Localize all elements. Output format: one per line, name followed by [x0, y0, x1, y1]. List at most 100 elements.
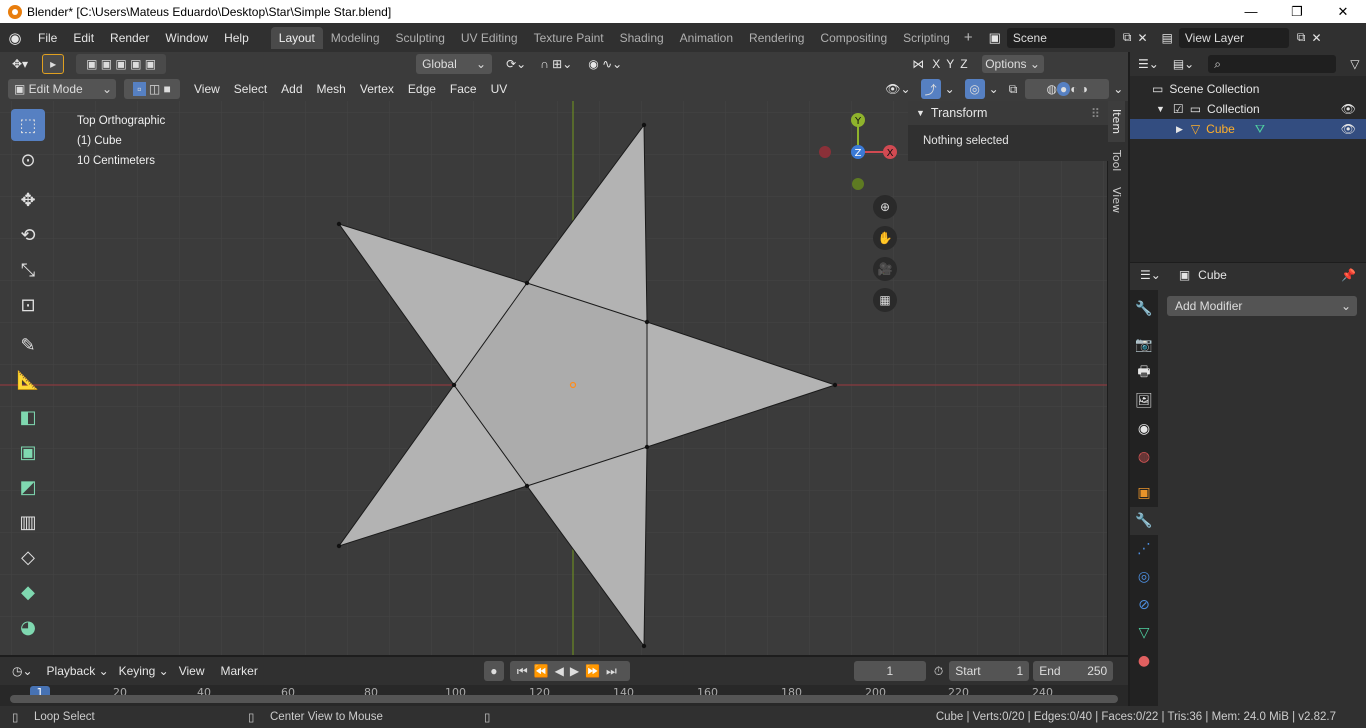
menu-uv[interactable]: UV [491, 82, 508, 96]
visibility-icon[interactable]: 👁⌄ [885, 82, 910, 96]
mode-dropdown[interactable]: ▣ Edit Mode ⌄ [8, 79, 116, 99]
start-frame-field[interactable]: Start 1 [949, 661, 1030, 681]
view-layer-icon[interactable]: ▤ [1162, 31, 1173, 45]
select-box-tool-icon[interactable]: ▸ [42, 54, 65, 74]
view-layer-properties-icon[interactable]: 🖼 [1130, 387, 1158, 415]
tab-shading[interactable]: Shading [612, 27, 672, 49]
menu-file[interactable]: File [30, 31, 65, 45]
modifier-properties-icon[interactable]: 🔧 [1130, 507, 1158, 535]
copy-view-layer-icon[interactable]: ⧉ [1297, 30, 1306, 45]
minimize-button[interactable]: — [1228, 0, 1274, 23]
axis-y-toggle[interactable]: Y [946, 57, 954, 71]
outliner-collection[interactable]: ▼ ☑ ▭ Collection 👁 [1130, 99, 1366, 119]
expand-arrow-icon[interactable]: ▼ [1156, 104, 1165, 114]
world-properties-icon[interactable]: ◍ [1130, 443, 1158, 471]
menu-keying[interactable]: Keying ⌄ [119, 664, 169, 678]
maximize-button[interactable]: ❐ [1274, 0, 1320, 23]
properties-editor-icon[interactable]: ☰⌄ [1140, 268, 1161, 282]
tab-item[interactable]: Item [1108, 101, 1125, 143]
tab-scripting[interactable]: Scripting [895, 27, 958, 49]
pan-hand-icon[interactable]: ✋ [873, 226, 897, 250]
menu-mesh[interactable]: Mesh [317, 82, 346, 96]
spin-tool-icon[interactable]: ◕ [11, 611, 45, 643]
pivot-point-icon[interactable]: ⟳⌄ [506, 57, 526, 71]
annotate-tool-icon[interactable]: ✎ [11, 329, 45, 361]
tab-texture-paint[interactable]: Texture Paint [526, 27, 612, 49]
menu-vertex[interactable]: Vertex [360, 82, 394, 96]
drag-handle-icon[interactable]: ⠿ [1091, 106, 1100, 121]
zoom-icon[interactable]: ⊕ [873, 195, 897, 219]
knife-tool-icon[interactable]: ◇ [11, 541, 45, 573]
stopwatch-icon[interactable]: ⏱ [934, 664, 943, 679]
loop-cut-tool-icon[interactable]: ▥ [11, 506, 45, 538]
pin-icon[interactable]: 📌 [1341, 268, 1356, 282]
eye-icon[interactable]: 👁 [1341, 102, 1356, 116]
move-tool-icon[interactable]: ✥ [11, 184, 45, 216]
add-modifier-dropdown[interactable]: Add Modifier ⌄ [1167, 296, 1357, 316]
timeline-scrollbar[interactable] [10, 695, 1118, 703]
measure-tool-icon[interactable]: 📐 [11, 364, 45, 396]
perspective-grid-icon[interactable]: ▦ [873, 288, 897, 312]
scene-properties-icon[interactable]: ◉ [1130, 415, 1158, 443]
mesh-data-icon[interactable]: ⛛ [1255, 122, 1265, 137]
view-layer-field[interactable]: View Layer [1178, 27, 1289, 48]
overlays-dropdown-icon[interactable]: ⌄ [989, 82, 999, 96]
xray-icon[interactable]: ⧉ [1009, 82, 1018, 97]
transform-section-header[interactable]: ▼ Transform ⠿ [908, 101, 1108, 125]
tab-rendering[interactable]: Rendering [741, 27, 812, 49]
particles-properties-icon[interactable]: ⋰ [1130, 535, 1158, 563]
constraints-properties-icon[interactable]: ⊘ [1130, 591, 1158, 619]
checkbox-icon[interactable]: ☑ [1173, 102, 1184, 116]
tool-properties-icon[interactable]: 🔧 [1130, 295, 1158, 323]
expand-arrow-icon[interactable]: ▶ [1176, 124, 1183, 135]
tab-modeling[interactable]: Modeling [323, 27, 388, 49]
display-mode-icon[interactable]: ▤⌄ [1173, 57, 1194, 71]
transform-tool-icon[interactable]: ⊡ [11, 289, 45, 321]
current-frame-field[interactable]: 1 [853, 661, 926, 681]
element-select-mode[interactable]: ▫ ◫ ■ [124, 79, 180, 99]
tab-animation[interactable]: Animation [672, 27, 741, 49]
render-properties-icon[interactable]: 📷 [1130, 331, 1158, 359]
proportional-edit-icon[interactable]: ◉ ∿⌄ [588, 57, 622, 71]
menu-select[interactable]: Select [234, 82, 267, 96]
blender-menu-icon[interactable]: ◉ [0, 29, 30, 47]
timeline-editor-icon[interactable]: ◷⌄ [12, 664, 33, 678]
snap-icon[interactable]: ∩ ⊞⌄ [540, 57, 572, 71]
scene-icon[interactable]: ▣ [989, 30, 1001, 46]
tab-layout[interactable]: Layout [270, 26, 323, 49]
menu-help[interactable]: Help [216, 31, 257, 45]
camera-icon[interactable]: 🎥 [873, 257, 897, 281]
timeline-ruler[interactable]: 1 20 40 60 80 100 120 140 160 180 200 220 240 [0, 685, 1128, 706]
tab-uv-editing[interactable]: UV Editing [453, 27, 526, 49]
mirror-icon[interactable]: ⋈ [912, 57, 924, 71]
rotate-tool-icon[interactable]: ⟲ [11, 219, 45, 251]
copy-scene-icon[interactable]: ⧉ [1123, 30, 1132, 45]
add-workspace-icon[interactable]: + [958, 29, 979, 46]
scene-field[interactable]: Scene [1006, 27, 1115, 48]
material-properties-icon[interactable]: ● [1130, 647, 1158, 675]
eye-icon[interactable]: 👁 [1341, 122, 1356, 136]
scale-tool-icon[interactable]: ⤡ [11, 254, 45, 286]
cursor-tool-icon[interactable]: ⊙ [11, 144, 45, 176]
remove-scene-icon[interactable]: ✕ [1137, 31, 1147, 45]
transform-orientation-dropdown[interactable]: Global ⌄ [416, 54, 493, 74]
menu-edit[interactable]: Edit [65, 31, 102, 45]
axis-z-toggle[interactable]: Z [960, 57, 967, 71]
outliner-scene-collection[interactable]: ▭ Scene Collection [1130, 79, 1366, 99]
menu-window[interactable]: Window [157, 31, 216, 45]
menu-add[interactable]: Add [281, 82, 302, 96]
inset-tool-icon[interactable]: ▣ [11, 436, 45, 468]
record-icon[interactable]: ● [483, 661, 504, 681]
menu-timeline-view[interactable]: View [179, 664, 205, 678]
gizmo-neg-x[interactable] [819, 146, 831, 158]
viewport-canvas[interactable]: Y X Z [0, 101, 1107, 655]
outliner-search-input[interactable]: ⌕ [1208, 55, 1337, 73]
menu-marker[interactable]: Marker [221, 664, 258, 678]
tab-view[interactable]: View [1108, 179, 1125, 221]
data-properties-icon[interactable]: ▽ [1130, 619, 1158, 647]
remove-view-layer-icon[interactable]: ✕ [1311, 31, 1321, 45]
gizmo-neg-y[interactable] [852, 178, 864, 190]
object-properties-icon[interactable]: ▣ [1130, 479, 1158, 507]
outliner-editor-icon[interactable]: ☰⌄ [1138, 57, 1159, 71]
editor-type-icon[interactable]: ✥▾ [12, 57, 28, 71]
